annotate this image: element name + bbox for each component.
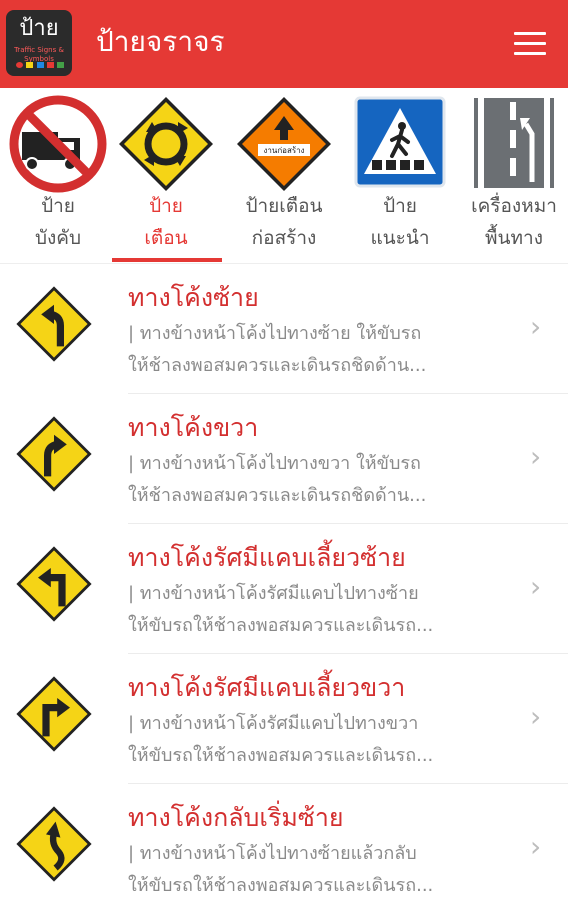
reverse-curve-left-sign-icon xyxy=(14,804,114,904)
no-trucks-sign-icon xyxy=(0,94,116,194)
sign-description: | ทางข้างหน้าโค้งไปทางขวา ให้ขับรถ ให้ช้… xyxy=(128,448,508,512)
sign-title: ทางโค้งกลับเริ่มซ้าย xyxy=(128,803,344,832)
tab-guide[interactable]: ป้าย แนะนำ xyxy=(342,88,458,264)
logo-text: ป้าย xyxy=(19,16,59,41)
page-title: ป้ายจราจร xyxy=(96,25,225,58)
sharp-left-turn-sign-icon xyxy=(14,544,114,644)
sign-title: ทางโค้งรัศมีแคบเลี้ยวขวา xyxy=(128,673,406,702)
sign-title: ทางโค้งรัศมีแคบเลี้ยวซ้าย xyxy=(128,543,406,572)
chevron-right-icon: › xyxy=(530,570,542,603)
menu-button[interactable] xyxy=(510,28,550,60)
sign-description: | ทางข้างหน้าโค้งไปทางซ้ายแล้วกลับ ให้ขั… xyxy=(128,838,508,902)
chevron-right-icon: › xyxy=(530,830,542,863)
sign-description-line2: ให้ขับรถให้ช้าลงพอสมควรและเดินรถ... xyxy=(128,615,434,636)
list-item[interactable]: ทางโค้งขวา | ทางข้างหน้าโค้งไปทางขวา ให้… xyxy=(0,394,568,524)
list-item[interactable]: ทางโค้งรัศมีแคบเลี้ยวซ้าย | ทางข้างหน้าโ… xyxy=(0,524,568,654)
active-tab-indicator xyxy=(112,258,222,262)
left-curve-sign-icon xyxy=(14,284,114,384)
sign-description-line1: | ทางข้างหน้าโค้งไปทางซ้าย ให้ขับรถ xyxy=(128,323,422,344)
logo-sign-dots xyxy=(16,62,64,68)
sign-description-line1: | ทางข้างหน้าโค้งรัศมีแคบไปทางขวา xyxy=(128,713,419,734)
sharp-right-turn-sign-icon xyxy=(14,674,114,774)
sign-description-line2: ให้ช้าลงพอสมควรและเดินรถชิดด้าน... xyxy=(128,355,427,376)
construction-sign-text: งานก่อสร้าง xyxy=(263,146,304,155)
app-logo: ป้าย Traffic Signs & Symbols xyxy=(6,10,72,76)
right-curve-sign-icon xyxy=(14,414,114,514)
tab-label-line2: ก่อสร้าง xyxy=(251,227,317,249)
tab-construction[interactable]: งานก่อสร้าง ป้ายเตือน ก่อสร้าง xyxy=(226,88,342,264)
sign-description-line1: | ทางข้างหน้าโค้งไปทางซ้ายแล้วกลับ xyxy=(128,843,417,864)
sign-description-line2: ให้ขับรถให้ช้าลงพอสมควรและเดินรถ... xyxy=(128,875,434,896)
sign-title: ทางโค้งซ้าย xyxy=(128,283,259,312)
chevron-right-icon: › xyxy=(530,700,542,733)
road-marking-icon xyxy=(456,94,568,194)
pedestrian-crossing-sign-icon xyxy=(342,94,458,194)
tab-label-line2: พื้นทาง xyxy=(485,227,543,249)
sign-description-line1: | ทางข้างหน้าโค้งไปทางขวา ให้ขับรถ xyxy=(128,453,421,474)
sign-description-line2: ให้ขับรถให้ช้าลงพอสมควรและเดินรถ... xyxy=(128,745,434,766)
roundabout-warning-sign-icon xyxy=(108,94,224,194)
construction-sign-icon: งานก่อสร้าง xyxy=(226,94,342,194)
tab-label-line2: แนะนำ xyxy=(370,227,430,249)
sign-description-line2: ให้ช้าลงพอสมควรและเดินรถชิดด้าน... xyxy=(128,485,427,506)
tab-label-line2: บังคับ xyxy=(34,227,82,249)
tab-label-line1: ป้าย xyxy=(383,195,417,217)
list-item[interactable]: ทางโค้งกลับเริ่มซ้าย | ทางข้างหน้าโค้งไป… xyxy=(0,784,568,914)
sign-description: | ทางข้างหน้าโค้งรัศมีแคบไปทางซ้าย ให้ขั… xyxy=(128,578,508,642)
sign-description: | ทางข้างหน้าโค้งรัศมีแคบไปทางขวา ให้ขับ… xyxy=(128,708,508,772)
tab-road-marking[interactable]: เครื่องหมา พื้นทาง xyxy=(456,88,568,264)
sign-title: ทางโค้งขวา xyxy=(128,413,259,442)
tab-warning[interactable]: ป้าย เตือน xyxy=(108,88,224,264)
chevron-right-icon: › xyxy=(530,440,542,473)
tab-label-line1: ป้าย xyxy=(41,195,75,217)
tab-mandatory[interactable]: ป้าย บังคับ xyxy=(0,88,116,264)
tab-label-line1: เครื่องหมา xyxy=(471,195,557,217)
list-item[interactable]: ทางโค้งรัศมีแคบเลี้ยวขวา | ทางข้างหน้าโค… xyxy=(0,654,568,784)
sign-description-line1: | ทางข้างหน้าโค้งรัศมีแคบไปทางซ้าย xyxy=(128,583,419,604)
tab-label-line1: ป้าย xyxy=(149,195,183,217)
list-item[interactable]: ทางโค้งซ้าย | ทางข้างหน้าโค้งไปทางซ้าย ใ… xyxy=(0,264,568,394)
tab-label-line1: ป้ายเตือน xyxy=(245,195,323,217)
app-bar: ป้าย Traffic Signs & Symbols ป้ายจราจร xyxy=(0,0,568,88)
sign-description: | ทางข้างหน้าโค้งไปทางซ้าย ให้ขับรถ ให้ช… xyxy=(128,318,508,382)
chevron-right-icon: › xyxy=(530,310,542,343)
category-tabs: ป้าย บังคับ ป้าย เตือน งานก่อสร้าง ป้ายเ… xyxy=(0,88,568,264)
tab-label-line2: เตือน xyxy=(144,227,188,249)
